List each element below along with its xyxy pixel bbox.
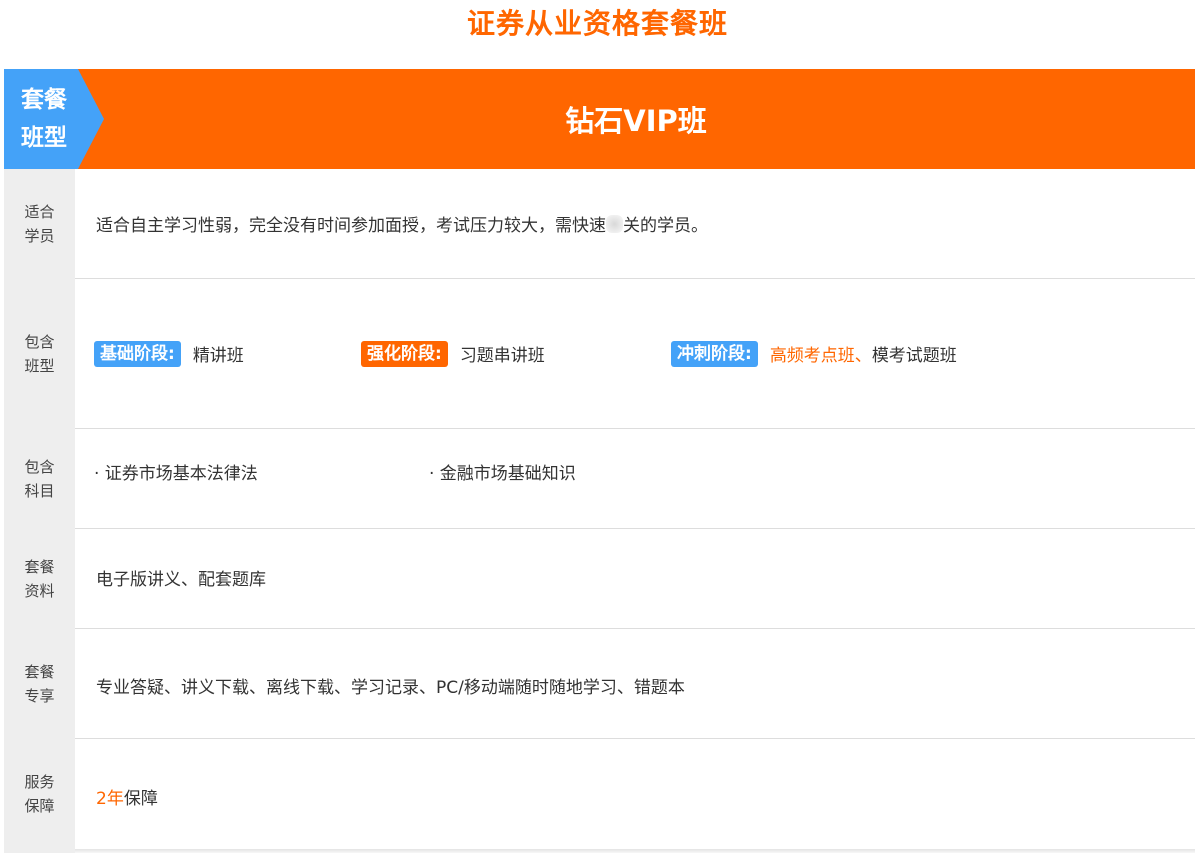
row-label-classes: 包含 班型: [4, 279, 75, 428]
row-label-line1: 包含: [24, 332, 55, 351]
row-label-line2: 班型: [24, 356, 55, 375]
row-label-line1: 套餐: [24, 662, 55, 681]
row-label-line1: 包含: [24, 457, 55, 476]
row-label-line2: 学员: [24, 226, 55, 245]
stage-tag-strengthen: 强化阶段:: [361, 340, 448, 367]
bottom-edge: [75, 849, 1195, 853]
guarantee-text: 保障: [123, 788, 158, 809]
package-type-tag-line2: 班型: [21, 125, 67, 151]
stage-classes-basic: 精讲班: [192, 346, 244, 366]
row-content-benefits: 专业答疑、讲义下载、离线下载、学习记录、PC/移动端随时随地学习、错题本: [96, 629, 1176, 742]
stage-classes-sprint: 模考试题班: [871, 346, 957, 366]
row-label-line2: 科目: [24, 481, 55, 500]
row-label-guarantee: 服务 保障: [4, 739, 75, 849]
stage-strengthen: 强化阶段: 习题串讲班: [361, 279, 545, 428]
stage-tag-basic: 基础阶段:: [94, 340, 181, 367]
row-content-guarantee: 2年 保障: [96, 739, 1176, 853]
package-type-tag-text: 套餐 班型: [4, 69, 84, 169]
row-label-line1: 套餐: [24, 557, 55, 576]
row-content-subjects: · 证券市场基本法律法 · 金融市场基础知识: [94, 429, 1176, 513]
page-title: 证券从业资格套餐班: [466, 7, 728, 40]
redacted-glyph: [606, 214, 623, 233]
stage-basic: 基础阶段: 精讲班: [94, 279, 244, 428]
package-name: 钻石VIP班: [565, 104, 707, 138]
students-text: 适合自主学习性弱，完全没有时间参加面授，考试压力较大，需快速: [96, 216, 606, 236]
stage-sprint: 冲刺阶段: 高频考点班、 模考试题班: [671, 279, 957, 428]
row-content-classes: 基础阶段: 精讲班 强化阶段: 习题串讲班 冲刺阶段: 高频考点班、 模考试题班: [94, 279, 1176, 428]
row-label-materials: 套餐 资料: [4, 529, 75, 628]
row-label-subjects: 包含 科目: [4, 429, 75, 528]
row-content-students: 适合自主学习性弱，完全没有时间参加面授，考试压力较大，需快速 关的学员。: [96, 169, 1176, 278]
students-text-end: 关的学员。: [623, 216, 708, 236]
subject-item: · 金融市场基础知识: [429, 463, 576, 484]
benefits-text: 专业答疑、讲义下载、离线下载、学习记录、PC/移动端随时随地学习、错题本: [96, 678, 685, 698]
stage-highlight-sprint: 高频考点班、: [769, 346, 872, 366]
subject-item: · 证券市场基本法律法: [94, 463, 258, 484]
row-label-line2: 保障: [24, 797, 55, 815]
row-label-line1: 服务: [24, 773, 55, 791]
stage-tag-sprint: 冲刺阶段:: [671, 340, 758, 367]
guarantee-years: 2年: [96, 788, 124, 809]
row-content-materials: 电子版讲义、配套题库: [96, 529, 1176, 626]
stage-classes-strengthen: 习题串讲班: [459, 346, 545, 366]
materials-text: 电子版讲义、配套题库: [96, 570, 266, 590]
row-label-line2: 专享: [24, 686, 55, 705]
row-label-line2: 资料: [24, 581, 55, 600]
row-label-line1: 适合: [24, 202, 55, 221]
package-type-tag-line1: 套餐: [21, 87, 67, 113]
row-label-benefits: 套餐 专享: [4, 629, 75, 738]
row-label-students: 适合 学员: [4, 169, 75, 278]
